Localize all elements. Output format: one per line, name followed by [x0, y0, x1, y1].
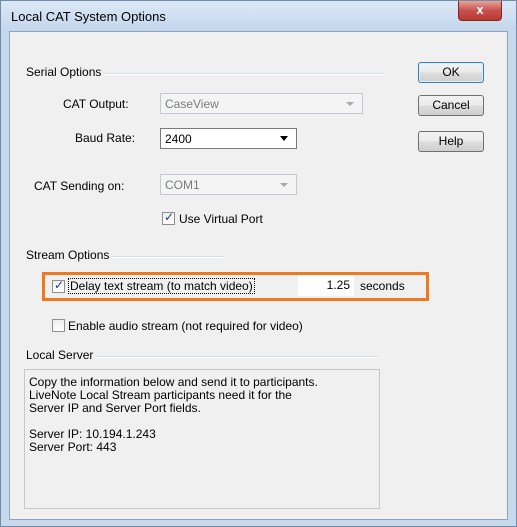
baud-rate-dropdown[interactable]: 2400 [160, 128, 297, 149]
cat-sending-dropdown[interactable]: COM1 [160, 174, 297, 195]
server-info-box: Copy the information below and send it t… [24, 369, 380, 509]
cat-sending-label: CAT Sending on: [34, 179, 125, 193]
cat-output-label: CAT Output: [63, 97, 129, 111]
cat-output-dropdown[interactable]: CaseView [160, 93, 363, 114]
dialog-window: Local CAT System Options x Serial Option… [0, 0, 517, 527]
cancel-button[interactable]: Cancel [418, 95, 484, 116]
enable-audio-stream-label[interactable]: Enable audio stream (not required for vi… [68, 319, 303, 333]
chevron-down-icon [280, 136, 288, 141]
ok-button[interactable]: OK [418, 62, 484, 83]
enable-audio-stream-checkbox[interactable] [52, 319, 65, 332]
help-button[interactable]: Help [418, 131, 484, 152]
close-button[interactable]: x [458, 1, 502, 21]
chevron-down-icon [280, 183, 288, 187]
use-virtual-port-label[interactable]: Use Virtual Port [179, 212, 263, 226]
delay-text-stream-checkbox[interactable] [52, 278, 65, 293]
delay-text-stream-text: Delay text stream (to match video) [68, 278, 255, 294]
baud-rate-value: 2400 [165, 132, 192, 146]
delay-text-stream-label[interactable]: Delay text stream (to match video) [68, 278, 255, 294]
cat-sending-value: COM1 [165, 178, 200, 192]
window-title: Local CAT System Options [11, 9, 166, 24]
use-virtual-port-checkbox[interactable] [162, 210, 175, 225]
delay-seconds-input[interactable]: 1.25 [298, 275, 354, 296]
baud-rate-label: Baud Rate: [75, 131, 136, 145]
dialog-client-area: Serial Options CAT Output: CaseView Baud… [9, 31, 508, 520]
chevron-down-icon [346, 102, 354, 106]
stream-options-label: Stream Options [26, 248, 113, 262]
title-bar[interactable]: Local CAT System Options x [1, 1, 516, 31]
close-icon: x [476, 2, 484, 17]
delay-unit-label: seconds [360, 279, 405, 293]
serial-options-label: Serial Options [26, 65, 105, 79]
local-server-label: Local Server [26, 348, 97, 362]
cat-output-value: CaseView [165, 97, 219, 111]
